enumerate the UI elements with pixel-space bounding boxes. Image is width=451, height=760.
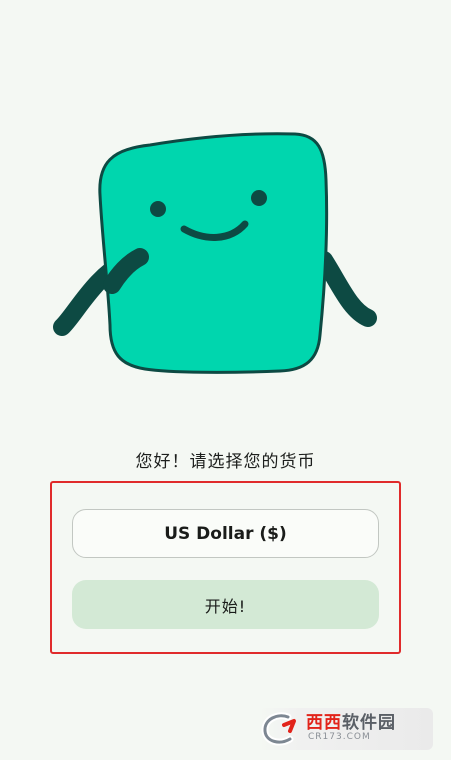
currency-select[interactable]: US Dollar ($) (72, 509, 379, 558)
watermark-title-grey: 软件园 (342, 713, 396, 734)
watermark-domain: CR173.COM (308, 732, 371, 743)
cr-logo-icon (261, 712, 296, 746)
mascot-illustration-icon (53, 132, 377, 374)
watermark-title-red: 西西 (306, 713, 342, 734)
greeting-text: 您好！请选择您的货币 (135, 452, 316, 472)
start-button[interactable]: 开始! (72, 580, 379, 629)
watermark: 西西软件园 CR173.COM (258, 708, 433, 750)
